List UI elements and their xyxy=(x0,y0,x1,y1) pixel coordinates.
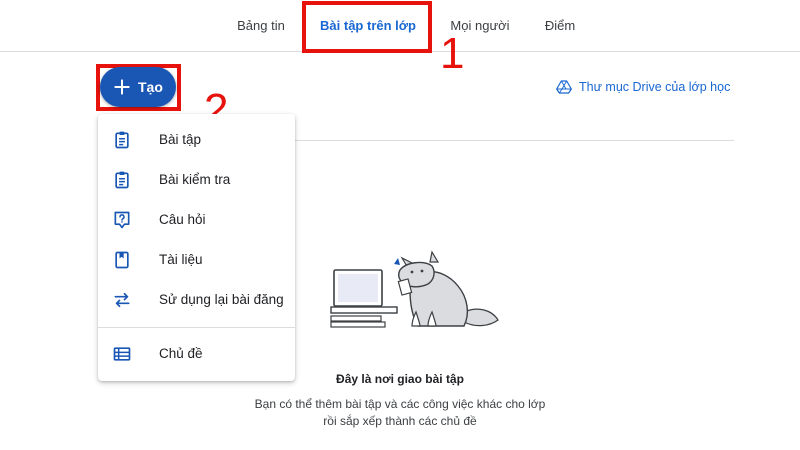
topic-icon xyxy=(113,347,131,361)
assignment-icon xyxy=(115,131,129,149)
plus-icon xyxy=(114,79,130,95)
create-button-label: Tạo xyxy=(138,79,163,95)
menu-item-question[interactable]: Câu hỏi xyxy=(98,200,295,240)
menu-item-label: Bài tập xyxy=(159,132,202,147)
menu-item-label: Chủ đề xyxy=(159,346,203,361)
annotation-box-classwork-tab xyxy=(302,1,432,53)
drive-icon xyxy=(556,80,572,94)
empty-state-description: Bạn có thể thêm bài tập và các công việc… xyxy=(250,396,550,430)
empty-state-line-2: rồi sắp xếp thành các chủ đề xyxy=(323,414,477,428)
menu-item-label: Sử dụng lại bài đăng xyxy=(159,292,284,307)
menu-item-assignment[interactable]: Bài tập xyxy=(98,120,295,160)
empty-state-title: Đây là nơi giao bài tập xyxy=(336,372,464,386)
create-button[interactable]: Tạo xyxy=(100,67,176,107)
annotation-number-1: 1 xyxy=(440,29,465,78)
create-menu: Bài tập Bài kiểm tra Câu hỏi Tài liệu Sử… xyxy=(98,114,295,381)
menu-item-label: Câu hỏi xyxy=(159,212,206,227)
tab-grades[interactable]: Điểm xyxy=(536,0,584,52)
empty-state-illustration xyxy=(330,250,499,328)
menu-item-label: Bài kiểm tra xyxy=(159,172,231,187)
drive-link-label: Thư mục Drive của lớp học xyxy=(579,80,731,94)
fox-illustration xyxy=(394,250,499,327)
menu-item-material[interactable]: Tài liệu xyxy=(98,240,295,280)
menu-item-topic[interactable]: Chủ đề xyxy=(98,334,295,374)
material-icon xyxy=(115,251,129,269)
class-drive-folder-link[interactable]: Thư mục Drive của lớp học xyxy=(556,78,730,96)
tab-stream[interactable]: Bảng tin xyxy=(226,0,296,52)
question-icon xyxy=(114,211,130,229)
content-divider xyxy=(294,140,734,141)
menu-item-quiz-assignment[interactable]: Bài kiểm tra xyxy=(98,160,295,200)
reuse-post-icon xyxy=(114,292,130,308)
quiz-assignment-icon xyxy=(115,171,129,189)
menu-divider xyxy=(98,327,295,328)
menu-item-label: Tài liệu xyxy=(159,252,203,267)
laptop-illustration xyxy=(330,269,398,328)
empty-state-line-1: Bạn có thể thêm bài tập và các công việc… xyxy=(254,397,546,411)
menu-item-reuse-post[interactable]: Sử dụng lại bài đăng xyxy=(98,280,295,320)
